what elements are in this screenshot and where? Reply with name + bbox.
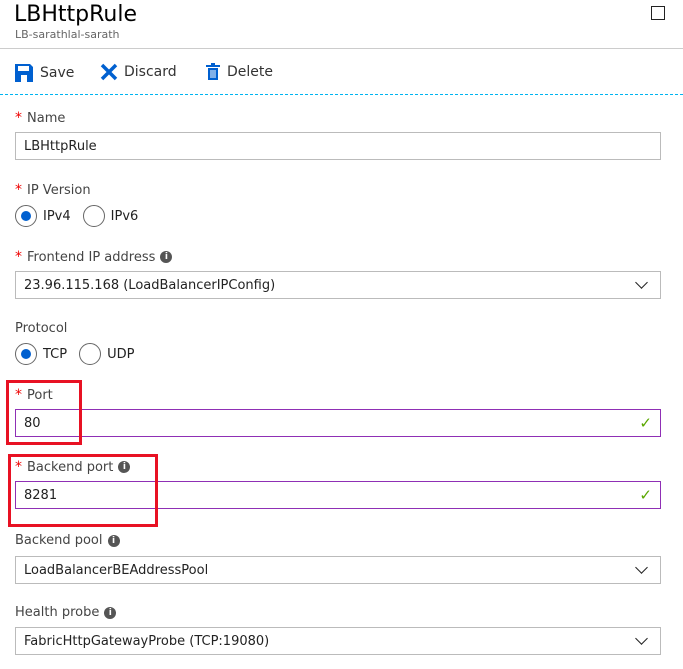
backend-pool-select[interactable]: LoadBalancerBEAddressPool xyxy=(15,556,661,584)
radio-udp[interactable]: UDP xyxy=(79,343,134,365)
frontend-ip-select[interactable]: 23.96.115.168 (LoadBalancerIPConfig) xyxy=(15,271,661,299)
discard-label: Discard xyxy=(124,64,177,80)
highlight-box-port xyxy=(6,380,82,445)
frontend-ip-label: * Frontend IP address i xyxy=(15,249,173,265)
discard-button[interactable]: Discard xyxy=(100,63,177,81)
toolbar-divider xyxy=(0,94,683,95)
save-button[interactable]: Save xyxy=(14,63,74,83)
delete-label: Delete xyxy=(227,64,273,80)
info-icon: i xyxy=(107,534,120,547)
name-label: * Name xyxy=(15,110,66,126)
chevron-down-icon xyxy=(635,561,648,574)
radio-ipv6[interactable]: IPv6 xyxy=(82,205,138,227)
port-input[interactable]: 80 ✓ xyxy=(15,409,661,437)
info-icon: i xyxy=(160,251,173,263)
radio-ipv4[interactable]: IPv4 xyxy=(15,205,71,227)
highlight-box-backend-port xyxy=(8,454,158,527)
save-label: Save xyxy=(40,65,75,81)
name-input[interactable]: LBHttpRule xyxy=(15,132,661,160)
health-probe-select[interactable]: FabricHttpGatewayProbe (TCP:19080) xyxy=(15,627,661,655)
chevron-down-icon xyxy=(635,276,648,289)
delete-button[interactable]: Delete xyxy=(205,63,273,81)
protocol-label: Protocol xyxy=(15,321,68,336)
check-icon: ✓ xyxy=(639,486,652,504)
chevron-down-icon xyxy=(635,632,648,645)
ip-version-group: IPv4 IPv6 xyxy=(15,205,138,227)
page-title: LBHttpRule xyxy=(14,2,137,27)
page-subtitle: LB-sarathlal-sarath xyxy=(15,28,120,41)
trash-icon xyxy=(206,63,220,80)
health-probe-label: Health probe i xyxy=(15,605,117,620)
protocol-group: TCP UDP xyxy=(15,343,134,365)
maximize-button[interactable] xyxy=(651,6,665,20)
backend-pool-label: Backend pool i xyxy=(15,533,120,548)
divider xyxy=(0,48,683,49)
save-icon xyxy=(15,64,33,82)
radio-tcp[interactable]: TCP xyxy=(15,343,67,365)
check-icon: ✓ xyxy=(639,414,652,432)
info-icon: i xyxy=(104,606,117,619)
close-icon xyxy=(100,63,118,81)
ip-version-label: * IP Version xyxy=(15,182,91,198)
